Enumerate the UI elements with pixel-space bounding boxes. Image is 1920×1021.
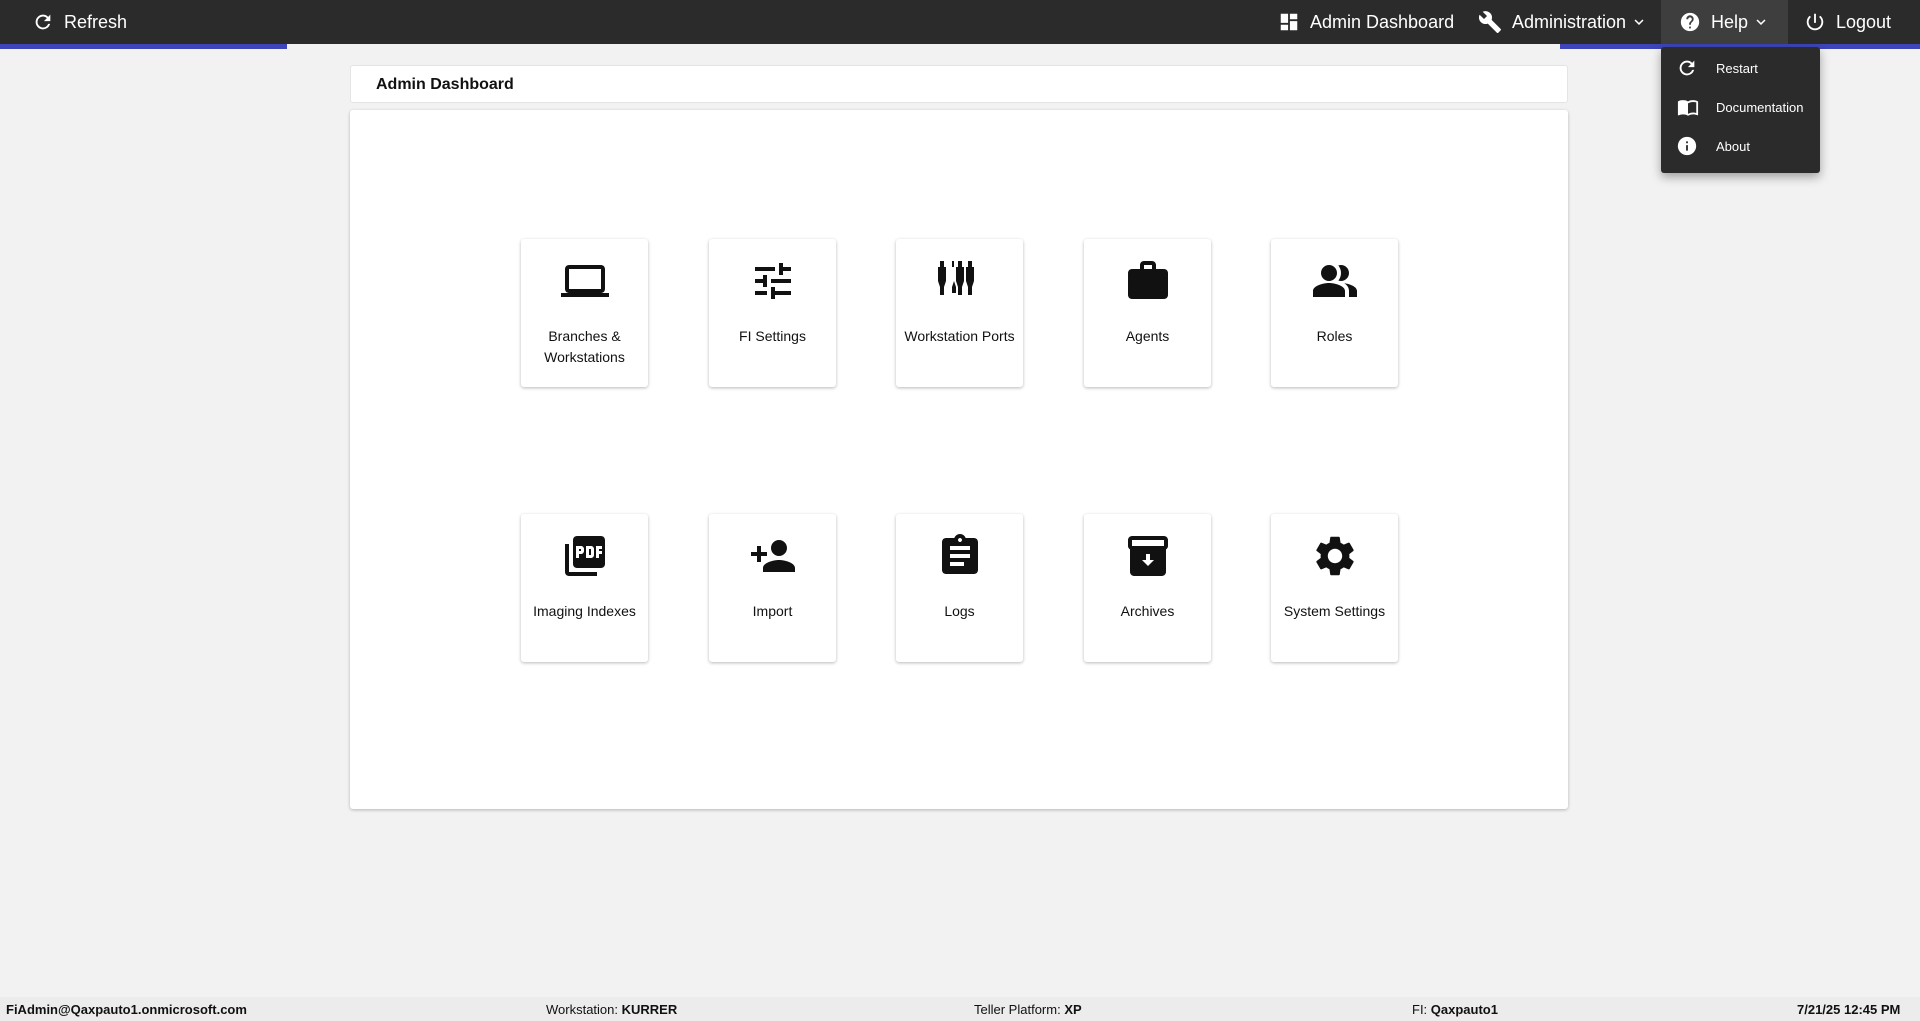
menu-item-about[interactable]: About [1661,127,1820,165]
menu-item-documentation[interactable]: Documentation [1661,88,1820,126]
person-add-icon [750,540,795,572]
tile-fi-settings[interactable]: FI Settings [709,239,836,387]
tile-label: Roles [1316,328,1353,344]
status-platform: Teller Platform: XP [974,1002,1082,1017]
gear-icon [1315,536,1354,576]
help-menu-button[interactable]: Help [1661,0,1789,44]
status-platform-label: Teller Platform: [974,1002,1065,1017]
tile-label: System Settings [1283,603,1386,619]
tile-branches-workstations[interactable]: Branches & Workstations [521,239,648,387]
help-label: Help [1711,11,1749,32]
clipboard-icon [941,534,978,574]
power-icon [1806,13,1824,31]
tile-archives[interactable]: Archives [1084,514,1211,662]
refresh-button[interactable]: Refresh [32,0,127,44]
refresh-label: Refresh [64,11,128,32]
administration-label: Administration [1512,11,1627,32]
menu-item-restart-label: Restart [1716,60,1758,76]
admin-dashboard-nav-button[interactable]: Admin Dashboard [1278,0,1454,44]
status-fi: FI: Qaxpauto1 [1412,1002,1498,1017]
menu-item-about-label: About [1716,138,1750,154]
administration-menu-button[interactable]: Administration [1478,0,1648,44]
tile-logs[interactable]: Logs [896,514,1023,662]
tile-label: Branches & Workstations [544,328,625,365]
accent-line-left [0,44,287,49]
status-fi-value: Qaxpauto1 [1430,1002,1498,1017]
status-platform-value: XP [1064,1002,1082,1017]
tile-label: Workstation Ports [904,328,1015,344]
page-title: Admin Dashboard [376,76,514,93]
status-user: FiAdmin@Qaxpauto1.onmicrosoft.com [6,1002,247,1017]
help-circle-icon [1680,12,1700,32]
page-title-card: Admin Dashboard [350,65,1568,103]
tile-roles[interactable]: Roles [1271,239,1398,387]
briefcase-icon [1127,261,1168,299]
tile-label: Agents [1125,328,1170,344]
tile-label: Import [752,603,793,619]
wrench-icon [1478,11,1501,33]
help-dropdown-menu: Restart Documentation About [1661,47,1820,173]
book-icon [1677,100,1699,116]
tile-agents[interactable]: Agents [1084,239,1211,387]
status-workstation: Workstation: KURRER [546,1002,677,1017]
menu-item-documentation-label: Documentation [1716,99,1804,115]
tile-label: Archives [1120,603,1175,619]
ports-icon [937,261,974,295]
tile-system-settings[interactable]: System Settings [1271,514,1398,662]
archive-icon [1127,536,1168,576]
people-icon [1312,265,1357,297]
chevron-down-icon [1756,19,1766,25]
restart-icon [1679,60,1695,76]
tile-label: Logs [944,603,975,619]
tile-label: FI Settings [739,328,806,344]
tile-label: Imaging Indexes [533,603,636,619]
status-bar: FiAdmin@Qaxpauto1.onmicrosoft.com Workst… [0,997,1920,1021]
tile-import[interactable]: Import [709,514,836,662]
chevron-down-icon [1634,19,1644,25]
refresh-icon [35,14,51,30]
logout-label: Logout [1836,11,1892,32]
menu-item-restart[interactable]: Restart [1661,49,1820,87]
status-fi-label: FI: [1412,1002,1431,1017]
info-icon [1677,136,1697,156]
status-workstation-value: KURRER [621,1002,678,1017]
dashboard-panel: Branches & Workstations FI Settings Work… [350,110,1568,809]
status-workstation-label: Workstation: [546,1002,622,1017]
pdf-icon [564,536,605,576]
status-datetime: 7/21/25 12:45 PM [1797,1002,1901,1017]
tile-workstation-ports[interactable]: Workstation Ports [896,239,1023,387]
laptop-icon [560,265,609,297]
sliders-icon [754,263,791,299]
tile-imaging-indexes[interactable]: Imaging Indexes [521,514,648,662]
logout-button[interactable]: Logout [1804,0,1891,44]
dashboard-icon [1280,13,1298,31]
top-navigation-bar: Refresh Admin Dashboard Administration H… [0,0,1920,44]
admin-dashboard-nav-label: Admin Dashboard [1310,11,1455,32]
